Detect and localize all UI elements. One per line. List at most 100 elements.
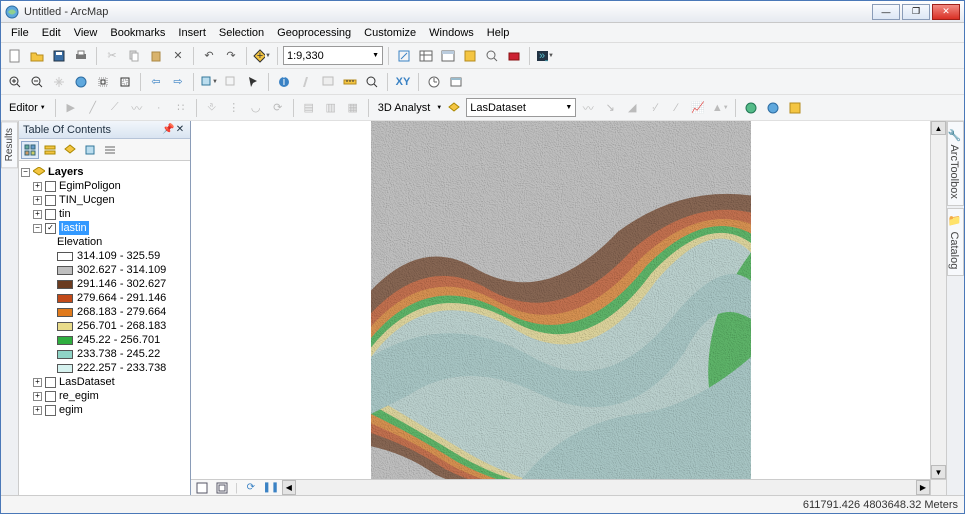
layer-checkbox[interactable]: [45, 391, 56, 402]
layer-checkbox[interactable]: [45, 405, 56, 416]
scroll-right-icon[interactable]: ▶: [916, 480, 930, 495]
close-button[interactable]: ✕: [932, 4, 960, 20]
delete-icon[interactable]: ✕: [168, 46, 188, 66]
menu-geoprocessing[interactable]: Geoprocessing: [271, 25, 357, 41]
menu-selection[interactable]: Selection: [213, 25, 270, 41]
editor-menu[interactable]: Editor▼: [5, 100, 50, 116]
layer-tin[interactable]: tin: [59, 207, 71, 221]
time-slider-icon[interactable]: [424, 72, 444, 92]
editor-toolbar-icon[interactable]: [394, 46, 414, 66]
create-viewer-icon[interactable]: [446, 72, 466, 92]
symbology-swatch[interactable]: [57, 252, 73, 261]
minimize-button[interactable]: —: [872, 4, 900, 20]
zoom-in-icon[interactable]: [5, 72, 25, 92]
symbology-swatch[interactable]: [57, 364, 73, 373]
menu-windows[interactable]: Windows: [423, 25, 480, 41]
toc-options-icon[interactable]: [101, 141, 119, 159]
tab-results[interactable]: Results: [1, 121, 18, 168]
options-icon[interactable]: [785, 98, 805, 118]
layer-icon[interactable]: [444, 98, 464, 118]
catalog-window-icon[interactable]: [460, 46, 480, 66]
pan-icon[interactable]: [49, 72, 69, 92]
refresh-icon[interactable]: ⟳: [244, 482, 258, 494]
expand-icon[interactable]: +: [33, 182, 42, 191]
symbology-swatch[interactable]: [57, 280, 73, 289]
symbology-swatch[interactable]: [57, 294, 73, 303]
arcglobe-icon[interactable]: [763, 98, 783, 118]
select-elements-icon[interactable]: [243, 72, 263, 92]
scroll-track[interactable]: [296, 480, 916, 495]
print-icon[interactable]: [71, 46, 91, 66]
menu-customize[interactable]: Customize: [358, 25, 422, 41]
menu-bookmarks[interactable]: Bookmarks: [104, 25, 171, 41]
tab-catalog[interactable]: 📁Catalog: [947, 208, 964, 276]
symbology-swatch[interactable]: [57, 336, 73, 345]
layers-root-label[interactable]: Layers: [48, 165, 83, 179]
table-window-icon[interactable]: [416, 46, 436, 66]
expand-icon[interactable]: +: [33, 392, 42, 401]
maximize-button[interactable]: ❐: [902, 4, 930, 20]
layer-checkbox[interactable]: [45, 209, 56, 220]
layer-tin_ucgen[interactable]: TIN_Ucgen: [59, 193, 115, 207]
arcscene-icon[interactable]: [741, 98, 761, 118]
horizontal-scrollbar[interactable]: ◀ ▶: [282, 479, 930, 495]
scroll-track[interactable]: [931, 135, 946, 465]
undo-icon[interactable]: ↶: [199, 46, 219, 66]
zoom-out-icon[interactable]: [27, 72, 47, 92]
menu-insert[interactable]: Insert: [172, 25, 212, 41]
forward-extent-icon[interactable]: ⇨: [168, 72, 188, 92]
menu-edit[interactable]: Edit: [36, 25, 67, 41]
layer-checkbox[interactable]: [45, 377, 56, 388]
list-by-source-icon[interactable]: [41, 141, 59, 159]
layer-lastin[interactable]: lastin: [59, 221, 89, 235]
search-window-icon[interactable]: [482, 46, 502, 66]
scroll-up-icon[interactable]: ▲: [931, 121, 946, 135]
scroll-down-icon[interactable]: ▼: [931, 465, 946, 479]
menu-file[interactable]: File: [5, 25, 35, 41]
toc-tree[interactable]: − Layers + EgimPoligon + TIN_Ucgen + tin − lastin…: [19, 161, 190, 495]
new-icon[interactable]: [5, 46, 25, 66]
back-extent-icon[interactable]: ⇦: [146, 72, 166, 92]
find-xy-icon[interactable]: XY: [393, 72, 413, 92]
list-by-selection-icon[interactable]: [81, 141, 99, 159]
save-icon[interactable]: [49, 46, 69, 66]
arctoolbox-icon[interactable]: [504, 46, 524, 66]
close-icon[interactable]: ✕: [174, 124, 186, 135]
layer-checkbox[interactable]: [45, 195, 56, 206]
map-canvas[interactable]: [191, 121, 930, 479]
menu-view[interactable]: View: [68, 25, 104, 41]
scale-combo[interactable]: ▼: [283, 46, 383, 65]
symbology-swatch[interactable]: [57, 266, 73, 275]
layer-checkbox[interactable]: [45, 223, 56, 234]
layout-view-icon[interactable]: [215, 482, 229, 494]
las-layer-combo[interactable]: LasDataset ▼: [466, 98, 576, 117]
layer-egim[interactable]: egim: [59, 403, 83, 417]
chevron-down-icon[interactable]: ▼: [436, 105, 442, 111]
data-view-icon[interactable]: [195, 482, 209, 494]
toc-window-icon[interactable]: [438, 46, 458, 66]
menu-help[interactable]: Help: [481, 25, 516, 41]
collapse-icon[interactable]: −: [21, 168, 30, 177]
expand-icon[interactable]: +: [33, 406, 42, 415]
add-data-icon[interactable]: +▼: [252, 46, 272, 66]
find-icon[interactable]: [362, 72, 382, 92]
fixed-zoom-in-icon[interactable]: [93, 72, 113, 92]
layer-lasdataset[interactable]: LasDataset: [59, 375, 115, 389]
python-window-icon[interactable]: »_▼: [535, 46, 555, 66]
layer-egimpoligon[interactable]: EgimPoligon: [59, 179, 121, 193]
scale-input[interactable]: [287, 50, 367, 62]
scroll-left-icon[interactable]: ◀: [282, 480, 296, 495]
list-by-drawing-icon[interactable]: [21, 141, 39, 159]
vertical-scrollbar[interactable]: ▲ ▼: [930, 121, 946, 479]
redo-icon[interactable]: ↷: [221, 46, 241, 66]
tab-arctoolbox[interactable]: 🔧ArcToolbox: [947, 121, 964, 206]
layer-re_egim[interactable]: re_egim: [59, 389, 99, 403]
expand-icon[interactable]: +: [33, 196, 42, 205]
pause-icon[interactable]: ❚❚: [264, 482, 278, 494]
list-by-visibility-icon[interactable]: [61, 141, 79, 159]
expand-icon[interactable]: −: [33, 224, 42, 233]
full-extent-icon[interactable]: [71, 72, 91, 92]
pin-icon[interactable]: 📌: [162, 124, 174, 135]
select-features-icon[interactable]: ▼: [199, 72, 219, 92]
identify-icon[interactable]: i: [274, 72, 294, 92]
